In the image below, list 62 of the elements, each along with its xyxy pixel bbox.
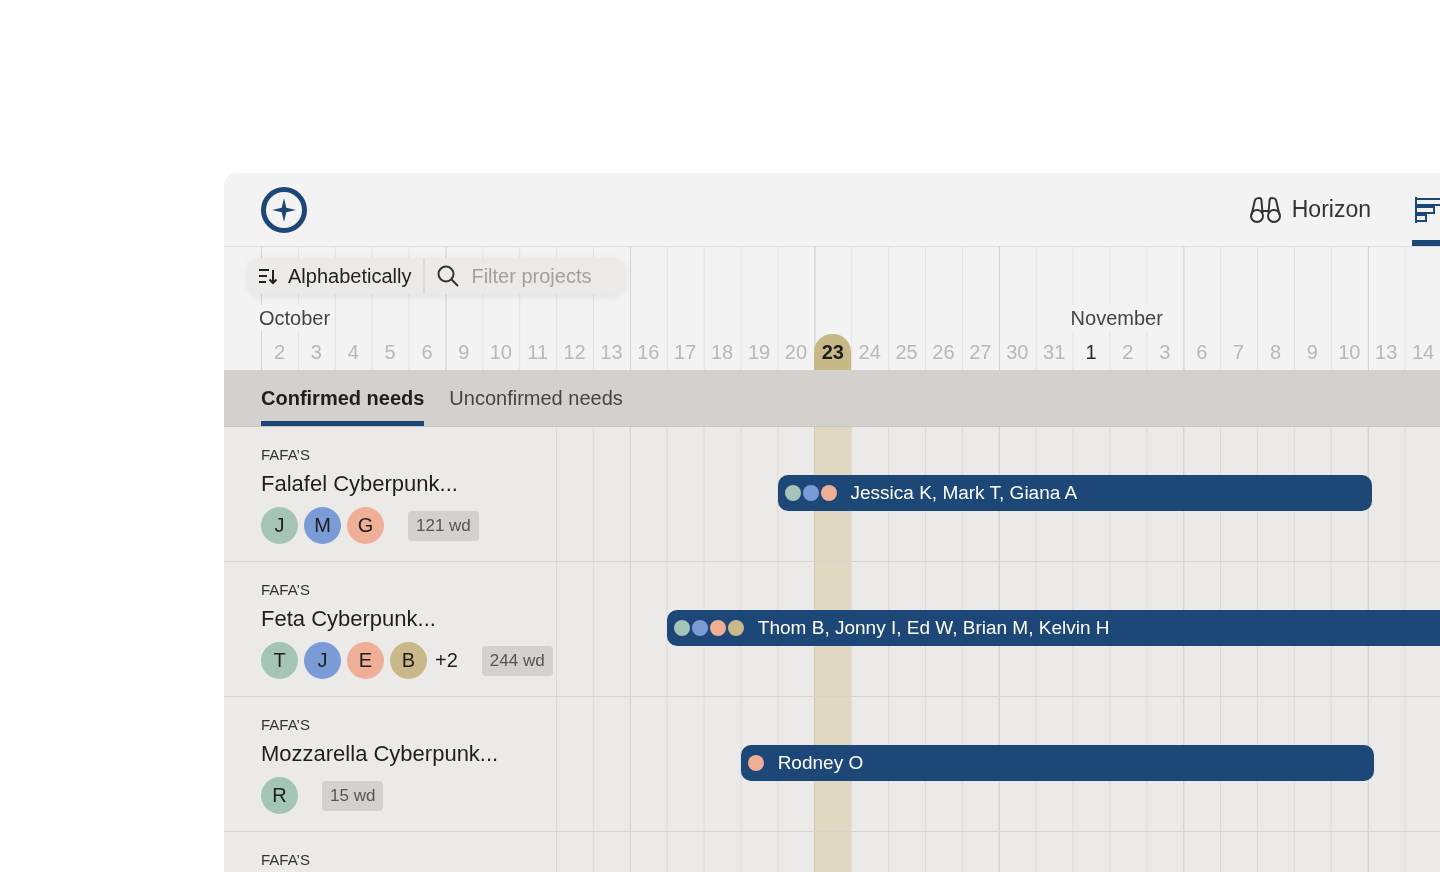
day-number: 9 — [1305, 339, 1319, 365]
day-number: 12 — [562, 339, 587, 365]
day-number: 17 — [673, 339, 698, 365]
day-number: 2 — [272, 339, 286, 365]
avatar: T — [261, 642, 298, 679]
client-label: FAFA’S — [261, 716, 310, 734]
tab[interactable]: Unconfirmed needs — [449, 370, 623, 426]
project-title: Feta Cyberpunk... — [261, 605, 436, 633]
avatar: R — [261, 777, 298, 814]
assignment-bar[interactable]: Thom B, Jonny I, Ed W, Brian M, Kelvin H — [666, 610, 1440, 646]
bar-label: Jessica K, Mark T, Giana A — [850, 482, 1078, 504]
day-number: 6 — [1195, 339, 1209, 365]
day-number: 3 — [1158, 339, 1172, 365]
day-number: 5 — [383, 339, 397, 365]
project-title: Falafel Cyberpunk... — [261, 470, 458, 498]
day-number: 16 — [636, 339, 661, 365]
avatar: J — [304, 642, 341, 679]
duration-badge: 121 wd — [408, 510, 479, 541]
day-number: 2 — [1121, 339, 1135, 365]
day-number: 18 — [710, 339, 735, 365]
day-number: 4 — [346, 339, 360, 365]
day-number: 11 — [526, 339, 550, 365]
sort-button[interactable]: Alphabetically — [248, 258, 424, 294]
day-number: 13 — [599, 339, 624, 365]
more-count: +2 — [435, 649, 458, 672]
day-number: 20 — [783, 339, 809, 365]
day-number: 27 — [968, 339, 993, 365]
day-number: 30 — [1005, 339, 1030, 365]
avatar: B — [390, 642, 427, 679]
project-title: Mozzarella Cyberpunk... — [261, 740, 499, 768]
day-number: 26 — [931, 339, 956, 365]
client-label: FAFA’S — [261, 446, 310, 464]
day-number: 10 — [488, 339, 513, 365]
day-number: 24 — [857, 339, 882, 365]
day-number: 25 — [894, 339, 919, 365]
avatar: E — [347, 642, 384, 679]
day-number: 19 — [746, 339, 772, 365]
day-number: 31 — [1042, 339, 1067, 365]
duration-badge: 244 wd — [481, 645, 553, 676]
day-number: 6 — [420, 339, 434, 365]
month-label: October — [257, 305, 333, 331]
client-label: FAFA’S — [261, 851, 310, 869]
nav-tab[interactable]: Horizon — [1246, 173, 1373, 246]
duration-badge: 15 wd — [322, 780, 384, 811]
assignment-bar[interactable]: Jessica K, Mark T, Giana A — [777, 475, 1372, 511]
day-number: 13 — [1374, 339, 1399, 365]
day-number: 9 — [457, 339, 471, 365]
client-label: FAFA’S — [261, 581, 310, 599]
assignment-bar[interactable]: Rodney O — [740, 745, 1374, 781]
day-number: 10 — [1337, 339, 1362, 365]
bar-label: Thom B, Jonny I, Ed W, Brian M, Kelvin H — [757, 617, 1110, 639]
bar-label: Rodney O — [777, 752, 864, 774]
day-number: 23 — [814, 334, 852, 370]
avatar: G — [347, 507, 384, 544]
search-field[interactable]: Filter projects — [471, 264, 612, 288]
avatar: M — [304, 507, 341, 544]
day-number: 3 — [309, 339, 323, 365]
day-number: 7 — [1232, 339, 1246, 365]
day-number: 8 — [1268, 339, 1283, 365]
avatar: J — [261, 507, 298, 544]
day-number: 1 — [1084, 339, 1098, 365]
day-number: 14 — [1410, 339, 1436, 365]
